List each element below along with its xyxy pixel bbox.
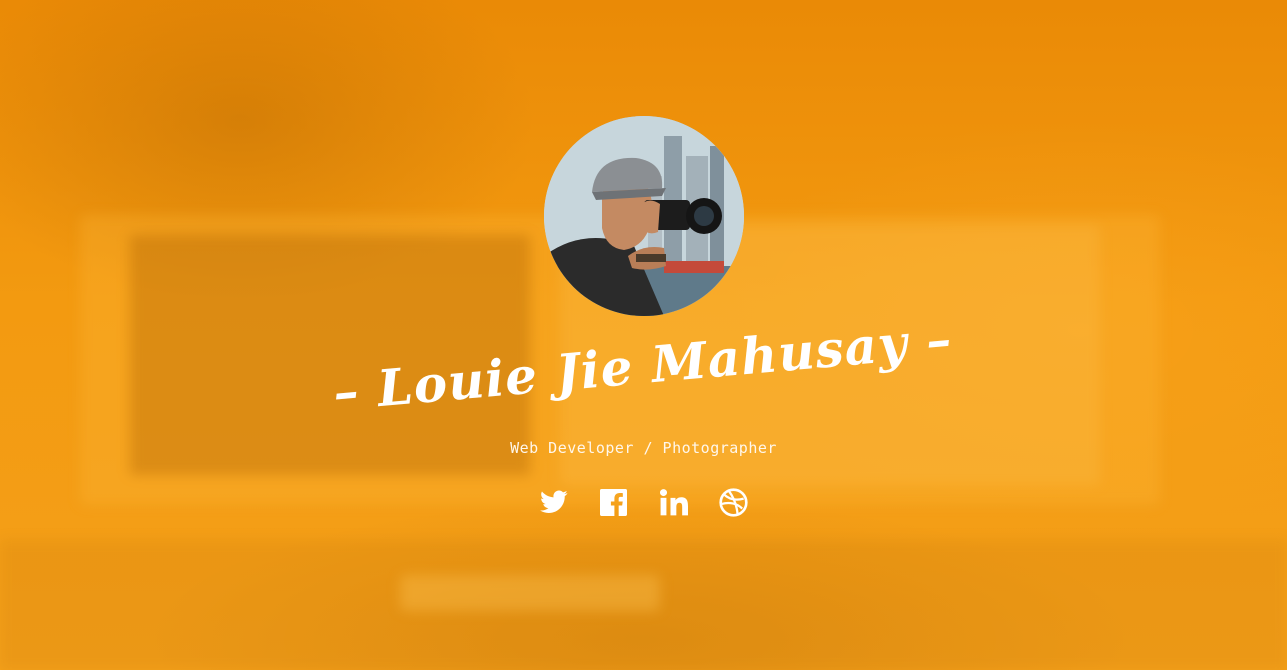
profile-card: – Louie Jie Mahusay – Web Developer / Ph… [0,0,1287,670]
photographer-avatar-icon [544,116,744,316]
twitter-link[interactable] [539,486,569,518]
dribbble-link[interactable] [719,486,749,518]
social-links [0,486,1287,518]
dribbble-icon [719,487,748,517]
linkedin-icon [659,488,688,515]
name-suffix-dash: – [923,309,955,371]
linkedin-link[interactable] [659,486,689,518]
profile-subtitle: Web Developer / Photographer [510,439,777,457]
avatar [544,116,744,316]
name-prefix-dash: – [330,360,362,422]
facebook-link[interactable] [599,486,629,518]
twitter-icon [539,490,568,513]
name-text: Louie Jie Mahusay [375,312,911,419]
facebook-icon [600,488,627,516]
